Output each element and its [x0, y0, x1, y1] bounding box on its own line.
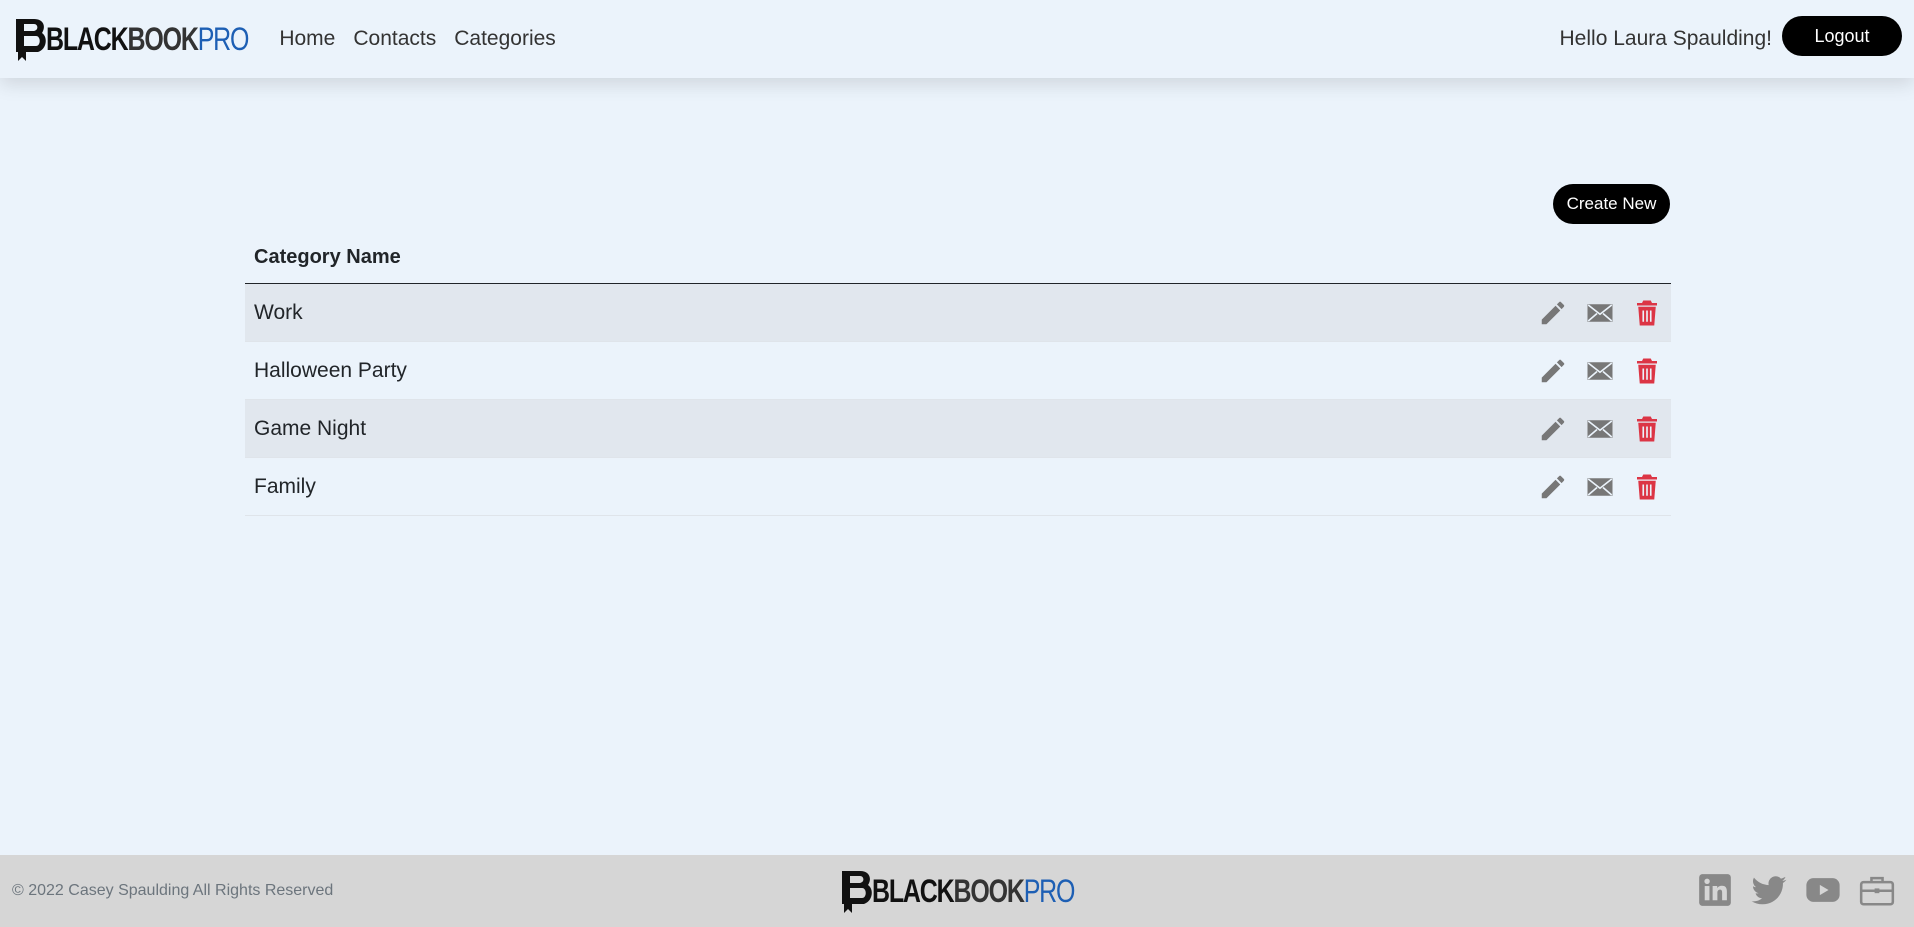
- trash-icon[interactable]: [1632, 298, 1662, 328]
- categories-page: Create New Category Name Work Halloween …: [245, 184, 1671, 516]
- nav-contacts[interactable]: Contacts: [353, 27, 436, 51]
- category-name-cell: Game Night: [245, 399, 999, 458]
- envelope-icon[interactable]: [1585, 298, 1615, 328]
- main-nav: Home Contacts Categories: [279, 27, 573, 51]
- toolbar: Create New: [245, 184, 1671, 226]
- book-logo-icon: [842, 871, 872, 913]
- brand-black: BLACK: [46, 21, 129, 57]
- page-footer: © 2022 Casey Spaulding All Rights Reserv…: [0, 855, 1914, 927]
- column-header-actions: [998, 238, 1671, 284]
- table-row: Work: [245, 283, 1671, 342]
- trash-icon[interactable]: [1632, 414, 1662, 444]
- category-name-cell: Work: [245, 283, 999, 342]
- brand-pro: PRO: [1023, 873, 1076, 909]
- linkedin-icon[interactable]: [1696, 871, 1734, 909]
- pencil-icon[interactable]: [1538, 298, 1568, 328]
- user-greeting: Hello Laura Spaulding!: [1559, 27, 1772, 50]
- row-actions: [998, 341, 1671, 400]
- logout-button[interactable]: Logout: [1782, 16, 1902, 56]
- top-navbar: BLACKBOOKPRO Home Contacts Categories He…: [0, 0, 1914, 78]
- envelope-icon[interactable]: [1585, 356, 1615, 386]
- brand-pro: PRO: [197, 21, 250, 57]
- social-links: [1680, 871, 1896, 909]
- brand-logo[interactable]: BLACKBOOKPRO: [12, 15, 305, 63]
- envelope-icon[interactable]: [1585, 414, 1615, 444]
- twitter-icon[interactable]: [1750, 871, 1788, 909]
- trash-icon[interactable]: [1632, 356, 1662, 386]
- table-header-row: Category Name: [245, 238, 1671, 284]
- table-row: Game Night: [245, 399, 1671, 458]
- brand-book: BOOK: [127, 21, 198, 57]
- column-header-category-name: Category Name: [245, 238, 999, 284]
- table-row: Family: [245, 457, 1671, 516]
- row-actions: [998, 457, 1671, 516]
- brand-black: BLACK: [872, 873, 955, 909]
- row-actions: [998, 283, 1671, 342]
- trash-icon[interactable]: [1632, 472, 1662, 502]
- category-name-cell: Halloween Party: [245, 341, 999, 400]
- user-area: Hello Laura Spaulding! Logout: [1559, 16, 1902, 56]
- footer-brand-wordmark: BLACKBOOKPRO: [872, 873, 1076, 909]
- brand-wordmark: BLACKBOOKPRO: [46, 21, 250, 57]
- youtube-icon[interactable]: [1804, 871, 1842, 909]
- envelope-icon[interactable]: [1585, 472, 1615, 502]
- nav-home[interactable]: Home: [279, 27, 335, 51]
- footer-brand-logo: BLACKBOOKPRO: [838, 867, 1131, 915]
- copyright-text: © 2022 Casey Spaulding All Rights Reserv…: [12, 882, 334, 899]
- pencil-icon[interactable]: [1538, 356, 1568, 386]
- pencil-icon[interactable]: [1538, 414, 1568, 444]
- table-row: Halloween Party: [245, 341, 1671, 400]
- pencil-icon[interactable]: [1538, 472, 1568, 502]
- nav-categories[interactable]: Categories: [454, 27, 556, 51]
- category-name-cell: Family: [245, 457, 999, 516]
- create-new-button[interactable]: Create New: [1553, 184, 1670, 224]
- book-logo-icon: [16, 19, 46, 61]
- briefcase-icon[interactable]: [1858, 871, 1896, 909]
- categories-table: Category Name Work Halloween Party Game …: [245, 238, 1671, 516]
- row-actions: [998, 399, 1671, 458]
- brand-book: BOOK: [953, 873, 1024, 909]
